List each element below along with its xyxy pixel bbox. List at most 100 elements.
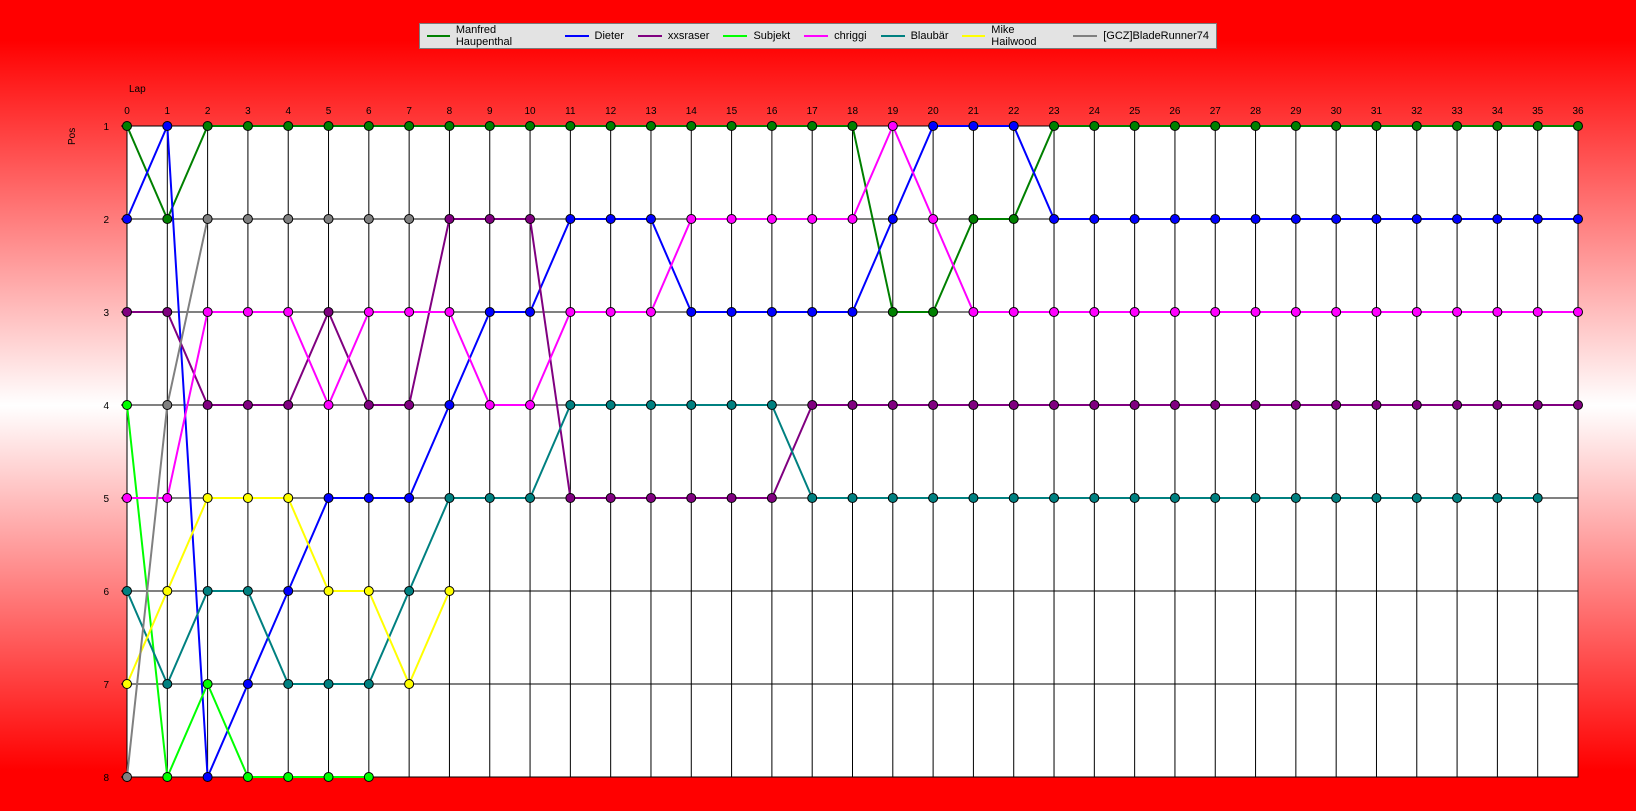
data-point [565,400,576,410]
x-axis-label: Lap [129,84,146,95]
data-point [1411,214,1422,224]
data-point [847,493,858,503]
data-point [283,307,294,317]
data-point [323,307,334,317]
data-point [484,493,495,503]
data-point [1169,400,1180,410]
x-tick-label: 22 [1008,106,1020,117]
y-tick-label: 4 [103,401,109,412]
data-point [1371,493,1382,503]
data-point [525,214,536,224]
data-point [484,121,495,131]
data-point [1008,307,1019,317]
data-point [1532,214,1543,224]
data-point [1573,214,1583,224]
data-point [202,586,213,596]
data-point [323,214,334,224]
lap-position-chart: 0 1 2 3 4 5 6 7 8 9 10 11 12 13 14 15 16 17 18 19 20 21 22 23 24… [67,84,1584,784]
data-point [1089,493,1100,503]
data-point [363,121,374,131]
y-tick-label: 7 [103,680,109,691]
data-point [122,121,132,131]
y-tick-label: 3 [103,308,109,319]
data-point [404,307,415,317]
data-point [605,214,616,224]
data-point [807,493,818,503]
data-point [565,214,576,224]
data-point [1452,121,1463,131]
data-point [484,214,495,224]
data-point [1532,493,1543,503]
x-tick-label: 28 [1250,106,1262,117]
data-point [887,307,898,317]
data-point [363,307,374,317]
data-point [242,493,253,503]
data-point [1532,400,1543,410]
data-point [766,121,777,131]
data-point [1452,493,1463,503]
data-point [162,772,173,782]
data-point [1411,400,1422,410]
x-tick-label: 12 [605,106,617,117]
data-point [928,307,939,317]
data-point [444,214,455,224]
data-point [202,493,213,503]
data-point [162,307,173,317]
data-point [1290,493,1301,503]
data-point [1250,493,1261,503]
data-point [363,586,374,596]
data-point [404,121,415,131]
data-point [525,400,536,410]
data-point [283,214,294,224]
data-point [1129,307,1140,317]
data-point [1210,214,1221,224]
data-point [162,121,173,131]
data-point [242,121,253,131]
data-point [242,214,253,224]
data-point [645,493,656,503]
data-point [1452,307,1463,317]
x-tick-label: 23 [1048,106,1060,117]
data-point [162,493,173,503]
data-point [645,307,656,317]
data-point [1250,121,1261,131]
data-point [605,493,616,503]
data-point [363,400,374,410]
x-tick-label: 3 [245,106,251,117]
data-point [444,493,455,503]
data-point [726,307,737,317]
data-point [726,121,737,131]
data-point [726,400,737,410]
data-point [323,772,334,782]
data-point [807,121,818,131]
data-point [1290,214,1301,224]
data-point [1573,121,1583,131]
data-point [1169,493,1180,503]
x-tick-label: 1 [165,106,171,117]
data-point [1129,214,1140,224]
x-tick-label: 30 [1331,106,1343,117]
x-tick-label: 32 [1411,106,1423,117]
data-point [1331,493,1342,503]
x-tick-label: 19 [887,106,899,117]
data-point [565,307,576,317]
data-point [968,214,979,224]
x-tick-label: 36 [1572,106,1584,117]
x-tick-label: 9 [487,106,493,117]
y-tick-labels: 1 2 3 4 5 6 7 8 [103,122,109,784]
data-point [323,121,334,131]
x-tick-label: 7 [406,106,412,117]
data-point [1331,214,1342,224]
data-point [122,214,132,224]
data-point [807,307,818,317]
data-point [1008,214,1019,224]
data-point [122,493,132,503]
data-point [1049,214,1060,224]
data-point [847,121,858,131]
data-point [162,586,173,596]
data-point [242,400,253,410]
data-point [363,214,374,224]
data-point [1492,121,1503,131]
data-point [645,214,656,224]
data-point [283,493,294,503]
